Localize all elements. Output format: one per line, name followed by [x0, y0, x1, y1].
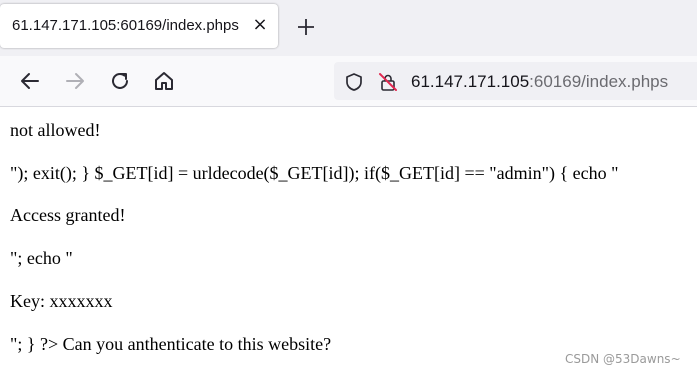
address-bar[interactable]: 61.147.171.105:60169/index.phps — [334, 62, 697, 100]
insecure-lock-icon[interactable] — [378, 72, 398, 92]
back-arrow-icon[interactable] — [18, 69, 42, 93]
url-host: 61.147.171.105 — [411, 72, 530, 91]
navigation-toolbar: 61.147.171.105:60169/index.phps — [0, 56, 697, 107]
tab-title: 61.147.171.105:60169/index.phps — [12, 17, 239, 34]
new-tab-plus-icon[interactable] — [293, 14, 319, 40]
page-text-line: Access granted! — [10, 205, 126, 225]
watermark: CSDN @53Dawns~ — [565, 352, 681, 366]
active-tab[interactable]: 61.147.171.105:60169/index.phps × — [0, 4, 278, 48]
page-text-line: "; echo " — [10, 248, 73, 268]
page-text-line: Key: xxxxxxx — [10, 291, 113, 311]
page-text-line: not allowed! — [10, 120, 101, 140]
shield-icon[interactable] — [344, 72, 364, 92]
reload-icon[interactable] — [108, 69, 132, 93]
url-text[interactable]: 61.147.171.105:60169/index.phps — [411, 72, 668, 92]
page-text-line: "; } ?> Can you anthenticate to this web… — [10, 334, 332, 354]
tab-strip: 61.147.171.105:60169/index.phps × — [0, 0, 697, 56]
url-path: :60169/index.phps — [529, 72, 669, 91]
page-text-line: "); exit(); } $_GET[id] = urldecode($_GE… — [10, 163, 619, 183]
close-tab-icon[interactable]: × — [252, 15, 268, 35]
home-icon[interactable] — [152, 69, 176, 93]
forward-arrow-icon[interactable] — [63, 69, 87, 93]
